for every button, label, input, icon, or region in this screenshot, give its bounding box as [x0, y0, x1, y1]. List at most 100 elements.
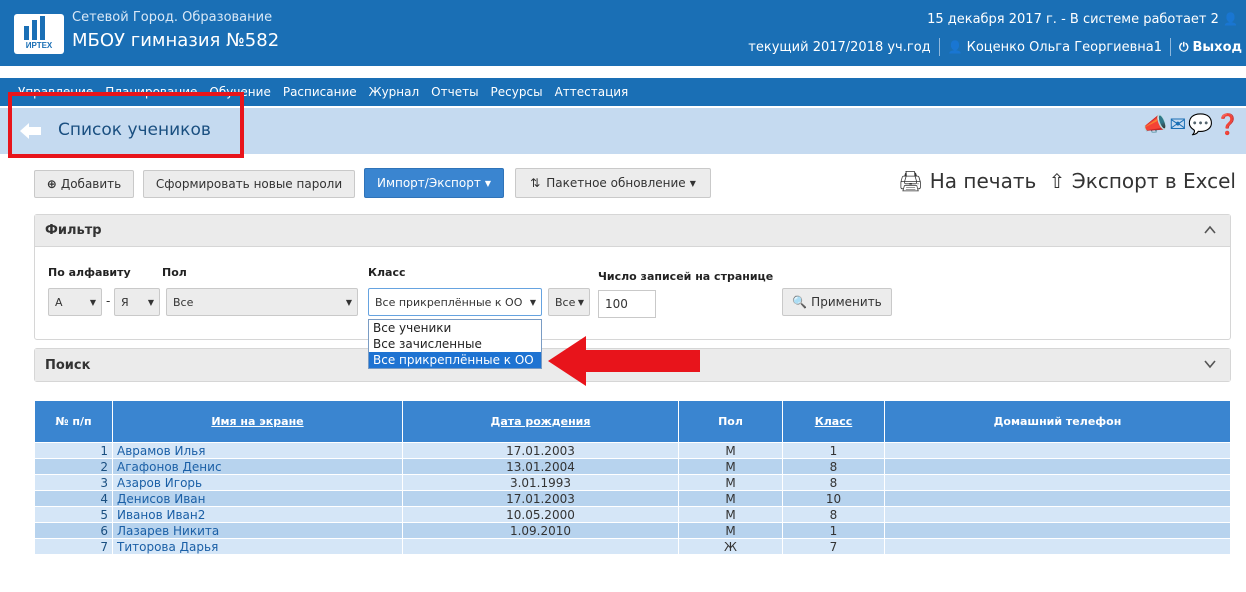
- chevron-up-icon[interactable]: [1204, 224, 1216, 236]
- student-name-link[interactable]: Агафонов Денис: [112, 458, 403, 475]
- row-class: 1: [782, 522, 885, 539]
- col-name-label[interactable]: Имя на экране: [211, 415, 303, 428]
- help-icon[interactable]: ❓: [1215, 112, 1240, 136]
- alpha-to-value: Я: [121, 295, 129, 309]
- nav-item-resources[interactable]: Ресурсы: [491, 85, 543, 99]
- table-row: 7 Титорова Дарья Ж 7: [34, 538, 1231, 555]
- student-name-link[interactable]: Денисов Иван: [112, 490, 403, 507]
- nav-item-reports[interactable]: Отчеты: [431, 85, 478, 99]
- user-line: текущий 2017/2018 уч.год 👤 Коценко Ольга…: [748, 38, 1242, 56]
- table-row: 6 Лазарев Никита 1.09.2010 М 1: [34, 522, 1231, 539]
- per-page-input[interactable]: 100: [598, 290, 656, 318]
- class-label: Класс: [368, 266, 406, 279]
- row-sex: М: [678, 522, 783, 539]
- col-sex: Пол: [678, 400, 783, 443]
- row-number: 1: [34, 442, 113, 459]
- date-status: 15 декабря 2017 г. - В системе работает …: [927, 12, 1238, 27]
- alpha-from-select[interactable]: А ▼: [48, 288, 102, 316]
- row-number: 2: [34, 458, 113, 475]
- class-select[interactable]: Все прикреплённые к ОО ▼: [368, 288, 542, 316]
- logout-link[interactable]: Выход: [1193, 40, 1242, 55]
- row-sex: Ж: [678, 538, 783, 555]
- class-option-enrolled[interactable]: Все зачисленные: [369, 336, 541, 352]
- title-bar-icons: 📣 ✉ 💬 ❓: [1143, 112, 1240, 136]
- new-passwords-label: Сформировать новые пароли: [155, 177, 343, 191]
- col-name[interactable]: Имя на экране: [112, 400, 403, 443]
- apply-button[interactable]: 🔍 Применить: [782, 288, 892, 316]
- add-label: Добавить: [60, 177, 122, 191]
- row-phone: [884, 458, 1231, 475]
- per-page-label: Число записей на странице: [598, 270, 774, 283]
- filter-header[interactable]: Фильтр: [35, 215, 1230, 247]
- printer-icon: 🖨: [898, 169, 924, 193]
- import-export-label: Импорт/Экспорт: [376, 176, 481, 190]
- chevron-down-icon[interactable]: [1204, 358, 1216, 370]
- col-class[interactable]: Класс: [782, 400, 885, 443]
- gender-select[interactable]: Все ▼: [166, 288, 358, 316]
- row-dob: 17.01.2003: [402, 442, 679, 459]
- student-name-link[interactable]: Лазарев Никита: [112, 522, 403, 539]
- col-phone: Домашний телефон: [884, 400, 1231, 443]
- new-passwords-button[interactable]: Сформировать новые пароли: [143, 170, 355, 198]
- logo-text: ИРТЕХ: [25, 41, 53, 50]
- user-icon: 👤: [947, 40, 963, 54]
- caret-down-icon: ▼: [345, 298, 352, 307]
- excel-icon: ⇧: [1048, 169, 1066, 193]
- col-dob[interactable]: Дата рождения: [402, 400, 679, 443]
- alpha-label: По алфавиту: [48, 266, 131, 279]
- megaphone-icon[interactable]: 📣: [1143, 112, 1168, 136]
- import-export-button[interactable]: Импорт/Экспорт ▼: [364, 168, 504, 198]
- nav-item-journal[interactable]: Журнал: [369, 85, 420, 99]
- row-number: 5: [34, 506, 113, 523]
- date-status-text: 15 декабря 2017 г. - В системе работает …: [927, 12, 1219, 27]
- table-row: 5 Иванов Иван2 10.05.2000 М 8: [34, 506, 1231, 523]
- row-class: 8: [782, 506, 885, 523]
- row-sex: М: [678, 458, 783, 475]
- nav-item-attestation[interactable]: Аттестация: [555, 85, 629, 99]
- class-sub-select[interactable]: Все ▼: [548, 288, 590, 316]
- row-number: 7: [34, 538, 113, 555]
- search-icon: 🔍: [792, 295, 808, 309]
- row-number: 6: [34, 522, 113, 539]
- student-name-link[interactable]: Азаров Игорь: [112, 474, 403, 491]
- student-name-link[interactable]: Аврамов Илья: [112, 442, 403, 459]
- print-link[interactable]: На печать: [930, 169, 1037, 193]
- envelope-icon[interactable]: ✉: [1169, 112, 1186, 136]
- row-sex: М: [678, 506, 783, 523]
- row-number: 3: [34, 474, 113, 491]
- class-option-all-students[interactable]: Все ученики: [369, 320, 541, 336]
- class-sub-value: Все: [555, 295, 576, 309]
- irtex-logo[interactable]: ИРТЕХ: [14, 14, 64, 54]
- user-icon: 👤: [1223, 12, 1238, 26]
- red-arrow-annotation: [548, 336, 700, 386]
- student-name-link[interactable]: Титорова Дарья: [112, 538, 403, 555]
- row-dob: 3.01.1993: [402, 474, 679, 491]
- nav-item-schedule[interactable]: Расписание: [283, 85, 357, 99]
- power-icon: ⏻: [1179, 39, 1189, 54]
- class-option-attached[interactable]: Все прикреплённые к ОО: [369, 352, 541, 368]
- row-class: 7: [782, 538, 885, 555]
- col-number-label: № п/п: [55, 415, 92, 428]
- row-dob: [402, 538, 679, 555]
- col-dob-label[interactable]: Дата рождения: [491, 415, 591, 428]
- row-phone: [884, 538, 1231, 555]
- col-phone-label: Домашний телефон: [993, 415, 1122, 428]
- student-name-link[interactable]: Иванов Иван2: [112, 506, 403, 523]
- search-heading: Поиск: [45, 357, 91, 373]
- add-button[interactable]: ⊕ Добавить: [34, 170, 134, 198]
- export-excel-link[interactable]: Экспорт в Excel: [1072, 169, 1236, 193]
- col-class-label[interactable]: Класс: [815, 415, 853, 428]
- app-header: ИРТЕХ Сетевой Город. Образование МБОУ ги…: [0, 0, 1246, 66]
- row-class: 1: [782, 442, 885, 459]
- class-dropdown-list: Все ученики Все зачисленные Все прикрепл…: [368, 319, 542, 369]
- alpha-to-select[interactable]: Я ▼: [114, 288, 160, 316]
- batch-update-label: Пакетное обновление: [546, 176, 686, 190]
- batch-update-button[interactable]: ⇅ Пакетное обновление ▼: [515, 168, 711, 198]
- alpha-range-separator: -: [106, 294, 111, 308]
- per-page-value: 100: [605, 297, 628, 311]
- caret-down-icon: ▼: [529, 298, 536, 307]
- user-name-link[interactable]: Коценко Ольга Георгиевна1: [967, 40, 1162, 55]
- plus-circle-icon: ⊕: [46, 177, 57, 191]
- chat-icon[interactable]: 💬: [1188, 112, 1213, 136]
- school-name: МБОУ гимназия №582: [72, 30, 280, 51]
